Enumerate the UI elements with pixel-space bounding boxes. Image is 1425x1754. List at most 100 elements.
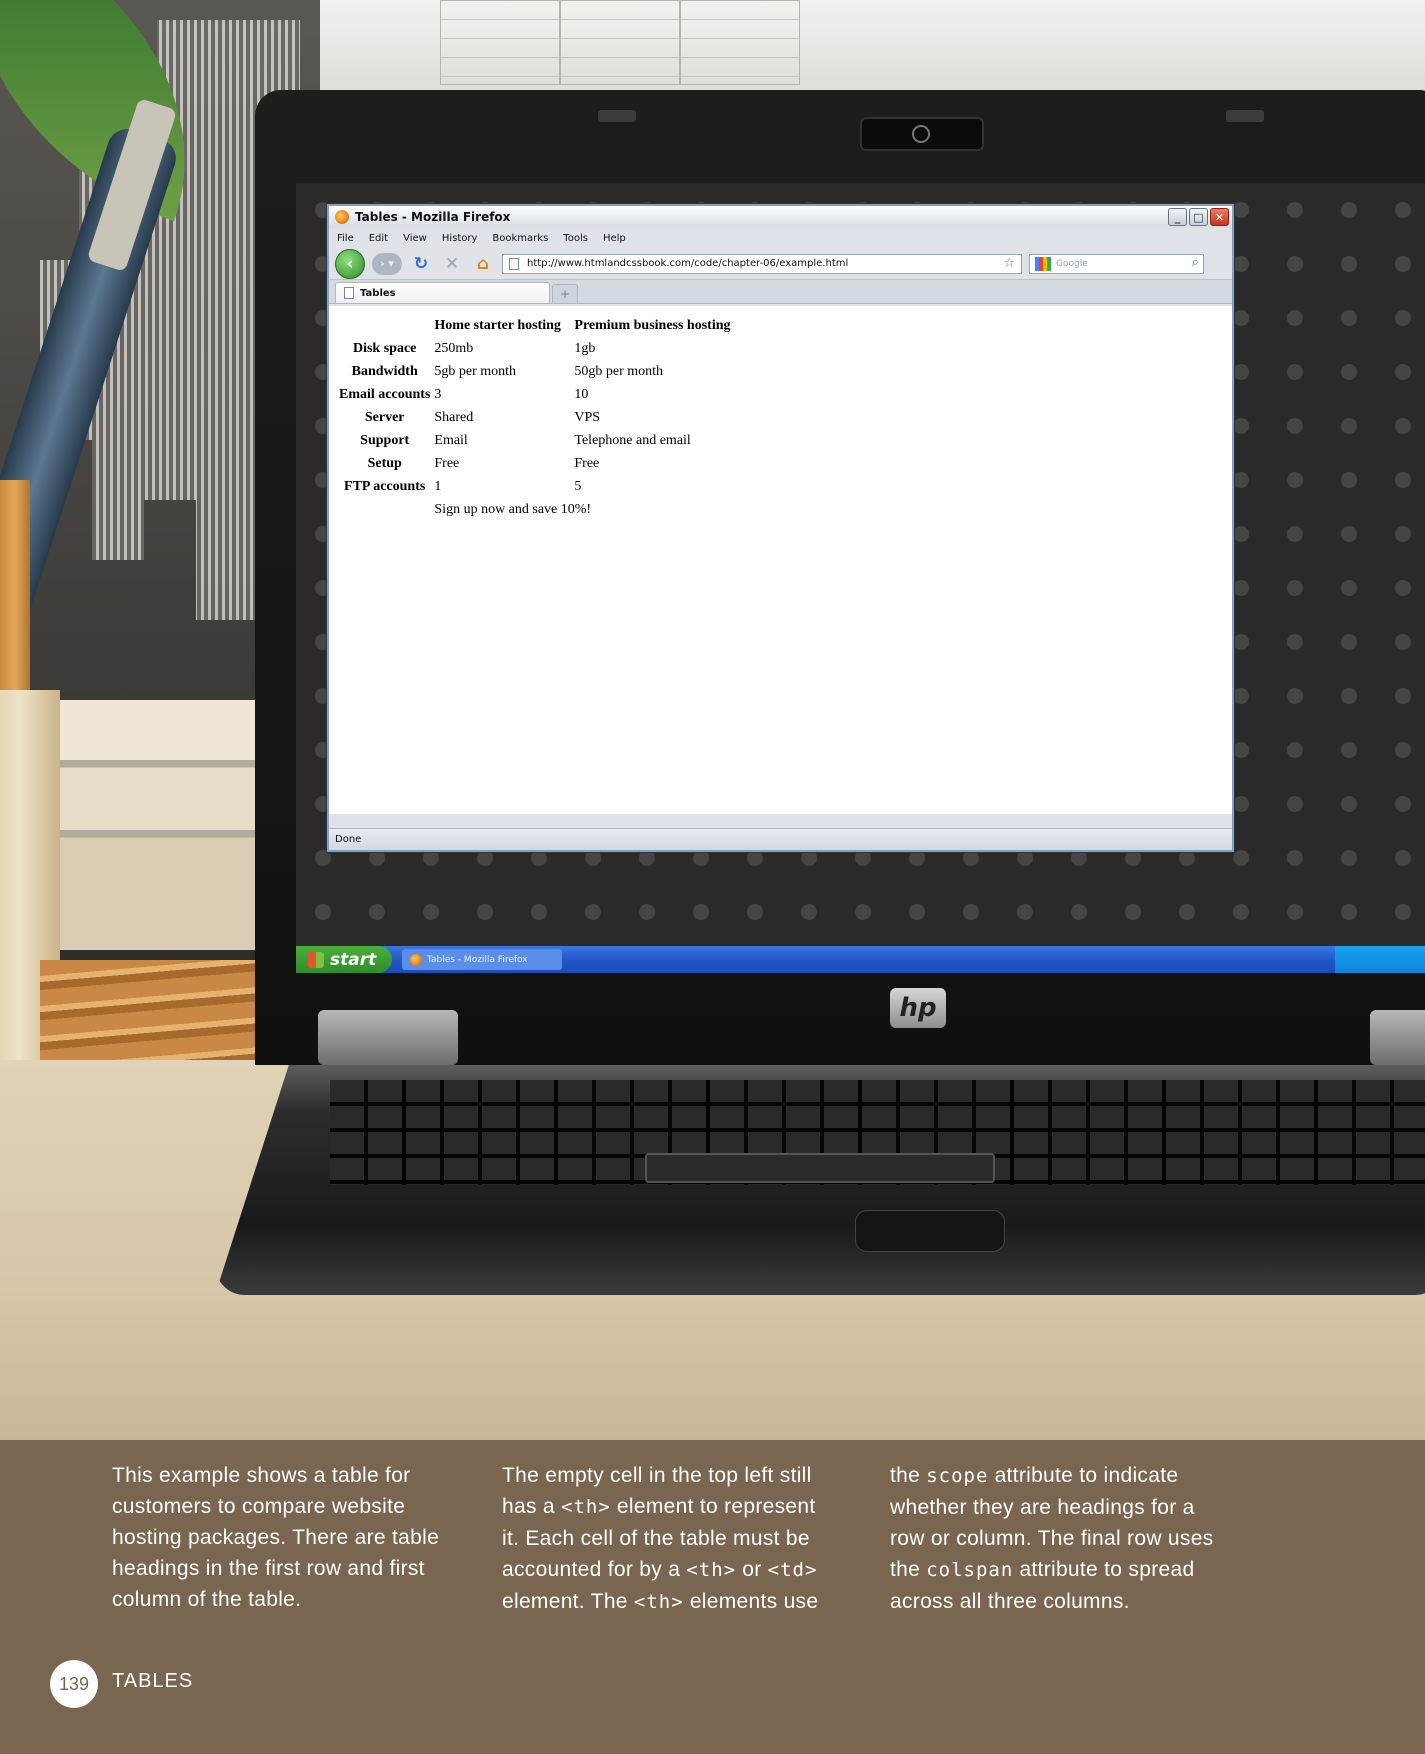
tab-strip: Tables + bbox=[329, 280, 1232, 304]
row-header: Disk space bbox=[352, 341, 417, 356]
table-cell: Telephone and email bbox=[574, 433, 691, 448]
table-header-row: Home starter hosting Premium business ho… bbox=[337, 314, 733, 337]
hp-logo: hp bbox=[890, 988, 946, 1028]
menu-file[interactable]: File bbox=[337, 233, 354, 244]
caption-column-2: The empty cell in the top left still has… bbox=[502, 1460, 832, 1618]
table-cell: 10 bbox=[574, 387, 589, 402]
table-footer-row: Sign up now and save 10%! bbox=[337, 498, 733, 521]
menu-view[interactable]: View bbox=[403, 233, 427, 244]
new-tab-button[interactable]: + bbox=[552, 284, 578, 303]
status-bar: Done bbox=[329, 828, 1232, 850]
table-cell: 50gb per month bbox=[574, 364, 664, 379]
navigation-toolbar: ‹ › ▾ ↻ ✕ ⌂ http://www.htmlandcssbook.co… bbox=[329, 248, 1232, 280]
lid-latch bbox=[598, 110, 636, 122]
code-term: <th> bbox=[633, 1591, 684, 1613]
table-cell: 3 bbox=[434, 387, 442, 402]
table-row: Support Email Telephone and email bbox=[337, 429, 733, 452]
menu-tools[interactable]: Tools bbox=[563, 233, 588, 244]
table-cell: 5 bbox=[574, 479, 582, 494]
table-cell: Free bbox=[434, 456, 460, 471]
row-header: Support bbox=[360, 433, 410, 448]
forward-icon[interactable]: › ▾ bbox=[372, 252, 402, 275]
code-term: scope bbox=[926, 1465, 989, 1487]
menu-history[interactable]: History bbox=[442, 233, 478, 244]
empty-row-header bbox=[337, 498, 432, 521]
pencil bbox=[0, 480, 30, 700]
touchpad-buttons bbox=[645, 1153, 995, 1183]
stop-icon[interactable]: ✕ bbox=[440, 253, 464, 275]
home-icon[interactable]: ⌂ bbox=[471, 253, 495, 275]
google-icon bbox=[1035, 256, 1051, 271]
tab-tables[interactable]: Tables bbox=[335, 282, 550, 303]
column-header: Home starter hosting bbox=[434, 318, 561, 333]
address-bar[interactable]: http://www.htmlandcssbook.com/code/chapt… bbox=[502, 253, 1022, 274]
caption-column-3: the scope attribute to indicate whether … bbox=[890, 1460, 1220, 1617]
page-content: Home starter hosting Premium business ho… bbox=[329, 306, 1232, 814]
firefox-window: Tables - Mozilla Firefox _ □ ✕ File Edit… bbox=[327, 204, 1234, 852]
menu-edit[interactable]: Edit bbox=[369, 233, 388, 244]
empty-header-cell bbox=[337, 314, 432, 337]
table-cell: Email bbox=[434, 433, 468, 448]
row-header: Setup bbox=[367, 456, 402, 471]
maximize-button[interactable]: □ bbox=[1189, 208, 1208, 226]
hosting-table: Home starter hosting Premium business ho… bbox=[337, 314, 733, 521]
bookmark-star-icon[interactable]: ☆ bbox=[1003, 256, 1015, 271]
firefox-icon bbox=[410, 953, 422, 966]
table-row: Bandwidth 5gb per month 50gb per month bbox=[337, 360, 733, 383]
firefox-icon bbox=[335, 210, 349, 224]
section-title: TABLES bbox=[112, 1670, 194, 1692]
search-placeholder: Google bbox=[1056, 258, 1088, 269]
reload-icon[interactable]: ↻ bbox=[409, 253, 433, 275]
start-label: start bbox=[330, 949, 377, 970]
row-header: Email accounts bbox=[339, 387, 431, 402]
windows-flag-icon bbox=[308, 951, 324, 968]
caption-text: or bbox=[736, 1558, 768, 1581]
table-row: Disk space 250mb 1gb bbox=[337, 337, 733, 360]
back-icon[interactable]: ‹ bbox=[335, 248, 365, 279]
table-cell: 5gb per month bbox=[434, 364, 517, 379]
menu-bookmarks[interactable]: Bookmarks bbox=[492, 233, 548, 244]
pencils-stack bbox=[40, 960, 270, 1070]
page-icon bbox=[344, 287, 354, 299]
table-cell: 1 bbox=[434, 479, 442, 494]
code-term: <td> bbox=[767, 1559, 818, 1581]
menu-help[interactable]: Help bbox=[603, 233, 626, 244]
table-row: Setup Free Free bbox=[337, 452, 733, 475]
menu-bar: File Edit View History Bookmarks Tools H… bbox=[329, 228, 1232, 248]
laptop-screen: Tables - Mozilla Firefox _ □ ✕ File Edit… bbox=[296, 183, 1425, 973]
window-title: Tables - Mozilla Firefox bbox=[355, 210, 511, 224]
close-button[interactable]: ✕ bbox=[1210, 208, 1229, 226]
table-cell: 1gb bbox=[574, 341, 596, 356]
table-cell: Shared bbox=[434, 410, 474, 425]
table-cell: Free bbox=[574, 456, 600, 471]
footer-cell: Sign up now and save 10%! bbox=[434, 502, 592, 517]
table-cell: VPS bbox=[574, 410, 601, 425]
hinge-left bbox=[318, 1010, 458, 1065]
caption-text: element. The bbox=[502, 1590, 634, 1613]
start-button[interactable]: start bbox=[296, 946, 392, 973]
hinge-right bbox=[1370, 1010, 1425, 1065]
search-box[interactable]: Google ⌕ bbox=[1029, 253, 1204, 274]
lid-latch bbox=[1226, 110, 1264, 122]
code-term: <th> bbox=[561, 1496, 611, 1518]
taskbar-item-firefox[interactable]: Tables - Mozilla Firefox bbox=[402, 949, 562, 970]
row-header: Server bbox=[364, 410, 405, 425]
table-row: Server Shared VPS bbox=[337, 406, 733, 429]
laptop-photo: Tables - Mozilla Firefox _ □ ✕ File Edit… bbox=[0, 0, 1425, 1440]
table-row: FTP accounts 1 5 bbox=[337, 475, 733, 498]
taskbar-item-label: Tables - Mozilla Firefox bbox=[427, 954, 528, 965]
caption-panel: This example shows a table for customers… bbox=[0, 1440, 1425, 1754]
status-text: Done bbox=[335, 834, 362, 845]
column-header: Premium business hosting bbox=[574, 318, 731, 333]
caption-column-1: This example shows a table for customers… bbox=[112, 1464, 440, 1611]
caption-text: the bbox=[890, 1464, 927, 1487]
title-bar[interactable]: Tables - Mozilla Firefox _ □ ✕ bbox=[329, 206, 1232, 228]
search-icon[interactable]: ⌕ bbox=[1192, 255, 1199, 270]
url-text: http://www.htmlandcssbook.com/code/chapt… bbox=[527, 258, 849, 269]
taskbar: start Tables - Mozilla Firefox bbox=[296, 946, 1425, 973]
webcam bbox=[860, 117, 984, 151]
caption-text: elements use bbox=[683, 1590, 819, 1613]
minimize-button[interactable]: _ bbox=[1168, 208, 1187, 226]
table-row: Email accounts 3 10 bbox=[337, 383, 733, 406]
table-cell: 250mb bbox=[434, 341, 474, 356]
